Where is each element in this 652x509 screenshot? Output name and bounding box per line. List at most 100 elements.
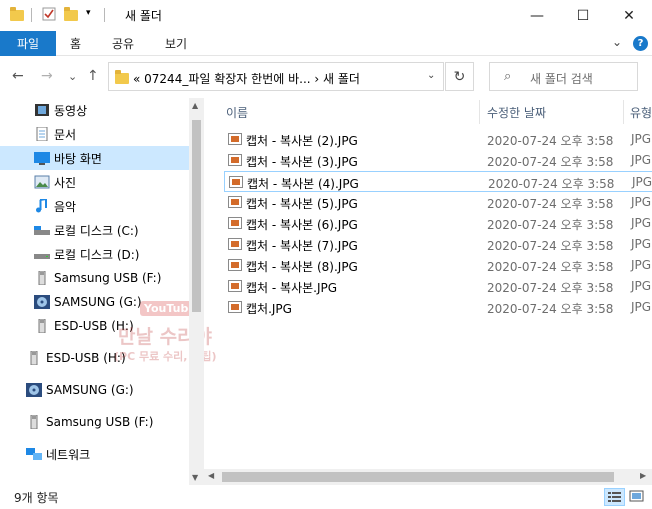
tab-share[interactable]: 공유 (112, 31, 134, 56)
address-path[interactable]: « 07244_파일 확장자 한번에 바... › 새 폴더 (133, 70, 360, 87)
usb-icon (38, 271, 46, 285)
file-list-scrollbar-thumb[interactable] (222, 472, 614, 482)
file-date: 2020-07-24 오후 3:58 (487, 239, 614, 253)
file-date: 2020-07-24 오후 3:58 (488, 177, 615, 191)
sidebar-item-network[interactable]: 네트워크 (0, 442, 189, 466)
file-row[interactable]: 캡처 - 복사본 (5).JPG 2020-07-24 오후 3:58 JPG (224, 192, 652, 213)
image-file-icon (228, 217, 242, 229)
file-name: 캡처 - 복사본 (5).JPG (246, 197, 358, 211)
sidebar-item-drive-d[interactable]: 로컬 디스크 (D:) (0, 242, 189, 266)
column-divider[interactable] (623, 100, 624, 124)
address-dropdown-icon[interactable]: ⌄ (427, 70, 435, 81)
file-type: JPG (631, 279, 652, 293)
tab-view[interactable]: 보기 (165, 31, 187, 56)
navigation-pane: 동영상 문서 바탕 화면 사진 음악 로컬 디스크 (C:) 로컬 디스크 (D… (0, 98, 189, 469)
address-bar[interactable]: « 07244_파일 확장자 한번에 바... › 새 폴더 ⌄ (108, 62, 444, 91)
help-icon[interactable]: ? (633, 36, 648, 51)
file-name: 캡처 - 복사본 (2).JPG (246, 134, 358, 148)
column-divider[interactable] (479, 100, 480, 124)
file-type: JPG (631, 132, 652, 146)
large-icons-view-button[interactable] (627, 488, 648, 506)
search-input[interactable]: ⌕ 새 폴더 검색 (489, 62, 638, 91)
file-date: 2020-07-24 오후 3:58 (487, 281, 614, 295)
item-count: 9개 항목 (14, 491, 59, 505)
file-row[interactable]: 캡처 - 복사본.JPG 2020-07-24 오후 3:58 JPG (224, 276, 652, 297)
sidebar-item-samsung-g[interactable]: SAMSUNG (G:) (0, 290, 189, 314)
file-row[interactable]: 캡처 - 복사본 (2).JPG 2020-07-24 오후 3:58 JPG (224, 129, 652, 150)
window-title: 새 폴더 (125, 9, 162, 23)
details-view-icon (608, 492, 621, 502)
properties-icon[interactable] (41, 6, 57, 24)
expand-ribbon-icon[interactable]: ⌄ (612, 35, 622, 49)
customize-toolbar-icon[interactable]: ▾ (86, 8, 91, 26)
image-file-icon (228, 259, 242, 271)
file-row[interactable]: 캡처 - 복사본 (3).JPG 2020-07-24 오후 3:58 JPG (224, 150, 652, 171)
sidebar-item-samsung-g-root[interactable]: SAMSUNG (G:) (0, 378, 189, 402)
maximize-button[interactable]: ☐ (560, 0, 606, 31)
search-placeholder: 새 폴더 검색 (530, 72, 593, 86)
navigation-scrollbar-thumb[interactable] (192, 120, 201, 312)
tab-home[interactable]: 홈 (70, 31, 81, 56)
file-row[interactable]: 캡처 - 복사본 (6).JPG 2020-07-24 오후 3:58 JPG (224, 213, 652, 234)
file-list: ^ 이름 수정한 날짜 유형 캡처 - 복사본 (2).JPG 2020-07-… (204, 98, 652, 469)
file-type: JPG (631, 216, 652, 230)
usb-icon (30, 351, 38, 365)
file-row[interactable]: 캡처 - 복사본 (7).JPG 2020-07-24 오후 3:58 JPG (224, 234, 652, 255)
image-file-icon (228, 133, 242, 145)
scroll-right-icon[interactable]: ▶ (640, 471, 646, 480)
column-header-date[interactable]: 수정한 날짜 (487, 104, 546, 121)
file-name: 캡처.JPG (246, 302, 292, 316)
sidebar-item-usb-f-root[interactable]: Samsung USB (F:) (0, 410, 189, 434)
file-type: JPG (631, 258, 652, 272)
file-type: JPG (631, 237, 652, 251)
column-header-name[interactable]: 이름 (226, 104, 248, 121)
file-name: 캡처 - 복사본 (6).JPG (246, 218, 358, 232)
forward-button[interactable]: → (41, 68, 53, 84)
file-type: JPG (631, 300, 652, 314)
image-file-icon (228, 301, 242, 313)
file-row[interactable]: 캡처.JPG 2020-07-24 오후 3:58 JPG (224, 297, 652, 318)
sidebar-item-documents[interactable]: 문서 (0, 122, 189, 146)
tab-file[interactable]: 파일 (0, 31, 56, 56)
search-icon: ⌕ (504, 69, 512, 84)
file-name: 캡처 - 복사본.JPG (246, 281, 338, 295)
sidebar-item-videos[interactable]: 동영상 (0, 98, 189, 122)
minimize-button[interactable]: — (514, 0, 560, 31)
file-date: 2020-07-24 오후 3:58 (487, 155, 614, 169)
scroll-left-icon[interactable]: ◀ (208, 471, 214, 480)
file-type: JPG (631, 195, 652, 209)
scroll-up-icon[interactable]: ▲ (192, 101, 198, 110)
file-date: 2020-07-24 오후 3:58 (487, 134, 614, 148)
details-view-button[interactable] (604, 488, 625, 506)
video-icon (35, 104, 49, 116)
refresh-button[interactable]: ↻ (445, 62, 474, 91)
up-button[interactable]: ↑ (87, 68, 99, 84)
sidebar-item-drive-c[interactable]: 로컬 디스크 (C:) (0, 218, 189, 242)
usb-icon (38, 319, 46, 333)
music-icon (36, 199, 47, 213)
sidebar-item-usb-f[interactable]: Samsung USB (F:) (0, 266, 189, 290)
recent-locations-button[interactable]: ⌄ (68, 70, 77, 83)
file-type: JPG (631, 153, 652, 167)
close-button[interactable]: ✕ (606, 0, 652, 31)
cd-drive-icon (34, 295, 50, 309)
sidebar-item-esd-usb-h-root[interactable]: ESD-USB (H:) (0, 346, 189, 370)
large-icons-view-icon (629, 490, 644, 502)
file-row[interactable]: 캡처 - 복사본 (8).JPG 2020-07-24 오후 3:58 JPG (224, 255, 652, 276)
column-header-type[interactable]: 유형 (630, 104, 652, 121)
file-name: 캡처 - 복사본 (4).JPG (247, 177, 359, 191)
drive-icon (34, 226, 50, 235)
sidebar-item-music[interactable]: 음악 (0, 194, 189, 218)
sidebar-item-pictures[interactable]: 사진 (0, 170, 189, 194)
desktop-icon (34, 152, 50, 165)
scroll-down-icon[interactable]: ▼ (192, 473, 198, 482)
image-file-icon (228, 196, 242, 208)
file-row[interactable]: 캡처 - 복사본 (4).JPG 2020-07-24 오후 3:58 JPG (224, 171, 652, 192)
divider (31, 8, 32, 22)
picture-icon (34, 175, 50, 189)
back-button[interactable]: ← (12, 68, 24, 84)
sidebar-item-esd-usb-h[interactable]: ESD-USB (H:) (0, 314, 189, 338)
sidebar-item-desktop[interactable]: 바탕 화면 (0, 146, 189, 170)
file-name: 캡처 - 복사본 (7).JPG (246, 239, 358, 253)
title-bar: ▾ 새 폴더 — ☐ ✕ (0, 0, 652, 31)
